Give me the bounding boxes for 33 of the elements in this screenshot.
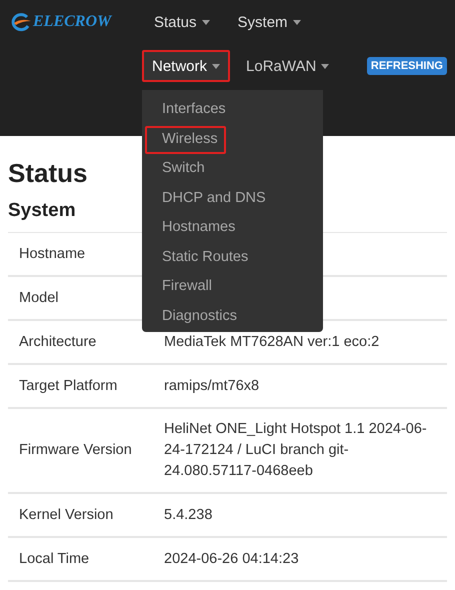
dropdown-item[interactable]: Switch bbox=[145, 155, 213, 184]
table-cell-text: ramips/mt76x8 bbox=[163, 376, 260, 396]
table-cell-text: Architecture bbox=[18, 332, 98, 352]
table-cell-text: Target Platform bbox=[18, 376, 118, 396]
logo-text: ELECROW bbox=[33, 13, 112, 31]
table-cell-text: 2024-06-26 04:14:23 bbox=[163, 550, 300, 568]
table-cell-text: Local Time bbox=[18, 550, 90, 568]
dropdown-item[interactable]: Hostnames bbox=[145, 214, 244, 242]
refreshing-badge: REFRESHING bbox=[366, 57, 447, 75]
caret-icon bbox=[212, 64, 220, 68]
dropdown-item[interactable]: Static Routes bbox=[145, 244, 256, 272]
section-title: System bbox=[8, 199, 76, 223]
logo-icon bbox=[10, 12, 32, 32]
dropdown-item[interactable]: Wireless bbox=[145, 126, 226, 154]
table-cell-text: 5.4.238 bbox=[163, 506, 214, 524]
nav-menu-link[interactable]: System bbox=[228, 8, 311, 36]
table-cell-text: Firmware Version bbox=[18, 441, 133, 460]
dropdown-item[interactable]: DHCP and DNS bbox=[145, 184, 274, 213]
table-cell-text: Model bbox=[18, 288, 60, 308]
dropdown-item[interactable]: Diagnostics bbox=[145, 302, 245, 331]
table-cell-text: HeliNet ONE_Light Hotspot 1.1 2024-06-24-172124 / LuCI branch git-24.080.57117-0468eeb bbox=[163, 420, 428, 481]
caret-icon bbox=[321, 64, 330, 68]
dropdown-item[interactable]: Interfaces bbox=[145, 96, 234, 124]
page-title: Status bbox=[8, 158, 88, 188]
nav-menu-link[interactable]: Network bbox=[142, 50, 230, 82]
table-cell-text: Hostname bbox=[18, 244, 86, 264]
dropdown-item[interactable]: Firewall bbox=[145, 273, 220, 302]
table-cell-text: MediaTek MT7628AN ver:1 eco:2 bbox=[163, 332, 380, 352]
nav-menu-link[interactable]: LoRaWAN bbox=[236, 50, 340, 82]
caret-icon bbox=[292, 20, 301, 24]
table-cell-text: Kernel Version bbox=[18, 506, 114, 524]
nav-menu-link[interactable]: Status bbox=[144, 8, 220, 36]
caret-icon bbox=[202, 20, 210, 24]
